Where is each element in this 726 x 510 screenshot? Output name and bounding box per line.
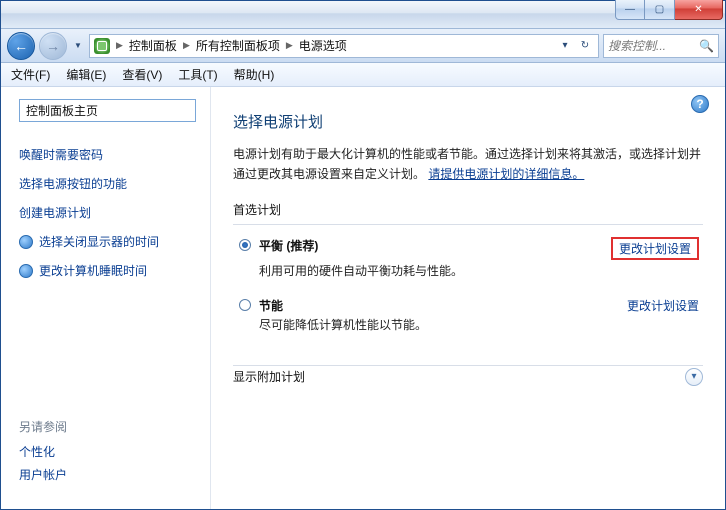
page-title: 选择电源计划 bbox=[233, 111, 703, 132]
address-dropdown-icon[interactable]: ▾ bbox=[556, 37, 574, 55]
forward-button[interactable]: → bbox=[39, 32, 67, 60]
sidebar-link-sleep-time[interactable]: 更改计算机睡眠时间 bbox=[19, 262, 196, 279]
menu-edit[interactable]: 编辑(E) bbox=[66, 66, 106, 83]
search-icon[interactable]: 🔍 bbox=[699, 39, 714, 53]
history-dropdown-icon[interactable]: ▼ bbox=[71, 36, 85, 56]
window-titlebar: — ▢ ✕ bbox=[1, 1, 725, 29]
search-placeholder: 搜索控制... bbox=[608, 37, 666, 54]
sidebar-link-create-plan[interactable]: 创建电源计划 bbox=[19, 204, 196, 221]
radio-unselected-icon[interactable] bbox=[239, 299, 251, 311]
task-icon bbox=[19, 264, 33, 278]
show-additional-plans[interactable]: 显示附加计划 ▾ bbox=[233, 365, 703, 386]
chevron-right-icon[interactable]: ▶ bbox=[112, 40, 127, 51]
sidebar-item-label: 更改计算机睡眠时间 bbox=[39, 262, 147, 279]
sidebar: 控制面板主页 唤醒时需要密码 选择电源按钮的功能 创建电源计划 选择关闭显示器的… bbox=[1, 87, 211, 509]
navigation-bar: ← → ▼ ▶ 控制面板 ▶ 所有控制面板项 ▶ 电源选项 ▾ ↻ 搜索控制..… bbox=[1, 29, 725, 63]
preferred-plans-group: 平衡 (推荐) 更改计划设置 利用可用的硬件自动平衡功耗与性能。 节能 更改计划… bbox=[233, 224, 703, 343]
maximize-button[interactable]: ▢ bbox=[645, 0, 675, 20]
change-plan-settings-link[interactable]: 更改计划设置 bbox=[627, 297, 699, 314]
menu-tools[interactable]: 工具(T) bbox=[178, 66, 217, 83]
plan-balanced[interactable]: 平衡 (推荐) 更改计划设置 bbox=[233, 229, 703, 262]
radio-selected-icon[interactable] bbox=[239, 239, 251, 251]
plan-description: 利用可用的硬件自动平衡功耗与性能。 bbox=[233, 262, 703, 289]
minimize-button[interactable]: — bbox=[615, 0, 645, 20]
window-buttons: — ▢ ✕ bbox=[615, 0, 723, 20]
task-icon bbox=[19, 235, 33, 249]
close-button[interactable]: ✕ bbox=[675, 0, 723, 20]
menu-bar: 文件(F) 编辑(E) 查看(V) 工具(T) 帮助(H) bbox=[1, 63, 725, 87]
help-icon[interactable]: ? bbox=[691, 95, 709, 113]
plan-name: 平衡 (推荐) bbox=[259, 237, 318, 254]
breadcrumb[interactable]: 所有控制面板项 bbox=[196, 37, 280, 54]
see-also-user-accounts[interactable]: 用户帐户 bbox=[19, 466, 196, 483]
chevron-down-icon[interactable]: ▾ bbox=[685, 368, 703, 386]
chevron-right-icon[interactable]: ▶ bbox=[179, 40, 194, 51]
more-info-link[interactable]: 请提供电源计划的详细信息。 bbox=[428, 167, 584, 181]
see-also-personalization[interactable]: 个性化 bbox=[19, 443, 196, 460]
sidebar-item-label: 选择关闭显示器的时间 bbox=[39, 233, 159, 250]
menu-file[interactable]: 文件(F) bbox=[11, 66, 50, 83]
expand-label: 显示附加计划 bbox=[233, 368, 305, 385]
preferred-plans-label: 首选计划 bbox=[233, 201, 703, 218]
control-panel-icon bbox=[94, 38, 110, 54]
refresh-icon[interactable]: ↻ bbox=[576, 37, 594, 55]
plan-description: 尽可能降低计算机性能以节能。 bbox=[233, 316, 703, 343]
page-description: 电源计划有助于最大化计算机的性能或者节能。通过选择计划来将其激活，或选择计划并通… bbox=[233, 144, 703, 185]
menu-view[interactable]: 查看(V) bbox=[122, 66, 162, 83]
sidebar-link-display-off[interactable]: 选择关闭显示器的时间 bbox=[19, 233, 196, 250]
content-area: ? 选择电源计划 电源计划有助于最大化计算机的性能或者节能。通过选择计划来将其激… bbox=[211, 87, 725, 509]
address-bar[interactable]: ▶ 控制面板 ▶ 所有控制面板项 ▶ 电源选项 ▾ ↻ bbox=[89, 34, 599, 58]
sidebar-link-power-button[interactable]: 选择电源按钮的功能 bbox=[19, 175, 196, 192]
back-button[interactable]: ← bbox=[7, 32, 35, 60]
see-also-section: 另请参阅 个性化 用户帐户 bbox=[19, 418, 196, 509]
plan-power-saver[interactable]: 节能 更改计划设置 bbox=[233, 289, 703, 316]
menu-help[interactable]: 帮助(H) bbox=[234, 66, 275, 83]
breadcrumb[interactable]: 电源选项 bbox=[299, 37, 347, 54]
breadcrumb[interactable]: 控制面板 bbox=[129, 37, 177, 54]
see-also-header: 另请参阅 bbox=[19, 418, 196, 435]
chevron-right-icon[interactable]: ▶ bbox=[282, 40, 297, 51]
sidebar-link-wake-password[interactable]: 唤醒时需要密码 bbox=[19, 146, 196, 163]
plan-name: 节能 bbox=[259, 297, 283, 314]
change-plan-settings-link[interactable]: 更改计划设置 bbox=[611, 237, 699, 260]
control-panel-home-link[interactable]: 控制面板主页 bbox=[19, 99, 196, 122]
search-input[interactable]: 搜索控制... 🔍 bbox=[603, 34, 719, 58]
